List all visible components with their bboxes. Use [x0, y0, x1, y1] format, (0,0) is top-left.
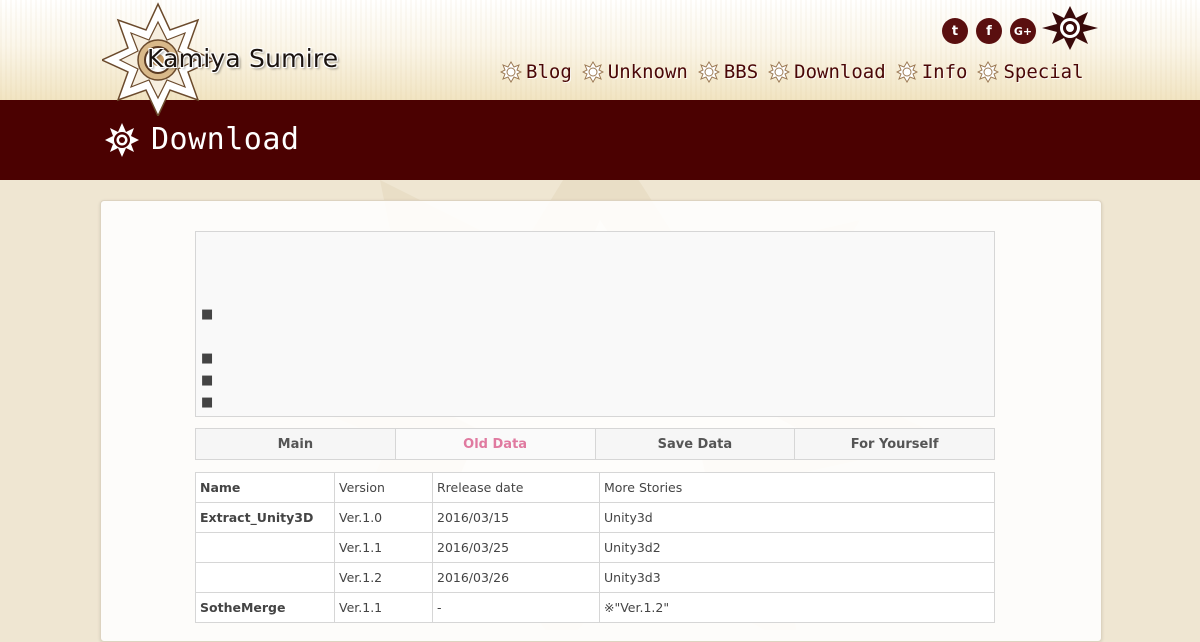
twitter-icon[interactable]: t — [942, 18, 968, 44]
cell-version: Ver.1.2 — [334, 562, 433, 593]
table-row: Ver.1.1 2016/03/25 Unity3d2 — [195, 532, 995, 563]
cell-release-date: 2016/03/25 — [432, 532, 600, 563]
cell-version: Ver.1.0 — [334, 502, 433, 533]
download-tabs: Main Old Data Save Data For Yourself — [195, 428, 995, 460]
nav-item-unknown[interactable]: Unknown — [581, 61, 688, 83]
flower-icon — [768, 61, 791, 83]
tab-main[interactable]: Main — [196, 429, 396, 459]
nav-item-special[interactable]: Special — [977, 61, 1084, 83]
tab-for-yourself[interactable]: For Yourself — [795, 429, 994, 459]
facebook-icon[interactable]: f — [976, 18, 1002, 44]
google-plus-icon[interactable]: G+ — [1010, 18, 1036, 44]
flower-icon — [581, 61, 604, 83]
nav-item-download[interactable]: Download — [768, 61, 886, 83]
notice-bullet: ■ — [201, 307, 214, 322]
column-header-name: Name — [195, 472, 335, 503]
cell-more-stories[interactable]: Unity3d — [599, 502, 995, 533]
table-row: SotheMerge Ver.1.1 - ※"Ver.1.2" — [195, 592, 995, 623]
cell-name — [195, 532, 335, 563]
nav-label: Blog — [526, 61, 572, 83]
site-name[interactable]: Kamiya Sumire — [147, 44, 338, 73]
notice-bullet: ■ — [201, 351, 214, 366]
table-header-row: Name Version Rrelease date More Stories — [195, 472, 995, 503]
cell-version: Ver.1.1 — [334, 532, 433, 563]
page-title: Download — [151, 122, 300, 157]
nav-item-blog[interactable]: Blog — [500, 61, 572, 83]
nav-label: Special — [1003, 61, 1084, 83]
notice-bullet: ■ — [201, 373, 214, 388]
nav-label: Unknown — [607, 61, 688, 83]
table-row: Ver.1.2 2016/03/26 Unity3d3 — [195, 562, 995, 593]
flower-icon — [697, 61, 720, 83]
cell-release-date: 2016/03/26 — [432, 562, 600, 593]
notice-bullet: ■ — [201, 395, 214, 410]
nav-item-info[interactable]: Info — [895, 61, 968, 83]
main-nav: Blog Unknown BBS Download Info Special — [500, 58, 1094, 86]
cell-more-stories[interactable]: Unity3d2 — [599, 532, 995, 563]
download-table: Name Version Rrelease date More Stories … — [195, 472, 995, 623]
flower-icon — [500, 61, 522, 83]
cell-name: SotheMerge — [195, 592, 335, 623]
flower-icon — [105, 123, 139, 157]
notice-box: ■ ■ ■ ■ — [195, 231, 995, 417]
nav-label: Info — [921, 61, 968, 83]
tab-save-data[interactable]: Save Data — [596, 429, 796, 459]
cell-more-stories[interactable]: ※"Ver.1.2" — [599, 592, 995, 623]
cell-release-date: - — [432, 592, 600, 623]
cell-name — [195, 562, 335, 593]
column-header-version: Version — [334, 472, 433, 503]
cell-version: Ver.1.1 — [334, 592, 433, 623]
table-row: Extract_Unity3D Ver.1.0 2016/03/15 Unity… — [195, 502, 995, 533]
nav-label: Download — [794, 61, 886, 83]
decorative-flower-icon — [1042, 6, 1098, 50]
column-header-more-stories: More Stories — [599, 472, 995, 503]
flower-icon — [977, 61, 1000, 83]
nav-item-bbs[interactable]: BBS — [697, 61, 759, 83]
flower-icon — [895, 61, 918, 83]
cell-more-stories[interactable]: Unity3d3 — [599, 562, 995, 593]
cell-release-date: 2016/03/15 — [432, 502, 600, 533]
cell-name: Extract_Unity3D — [195, 502, 335, 533]
column-header-release-date: Rrelease date — [432, 472, 600, 503]
tab-old-data[interactable]: Old Data — [395, 429, 596, 459]
nav-label: BBS — [723, 61, 759, 83]
